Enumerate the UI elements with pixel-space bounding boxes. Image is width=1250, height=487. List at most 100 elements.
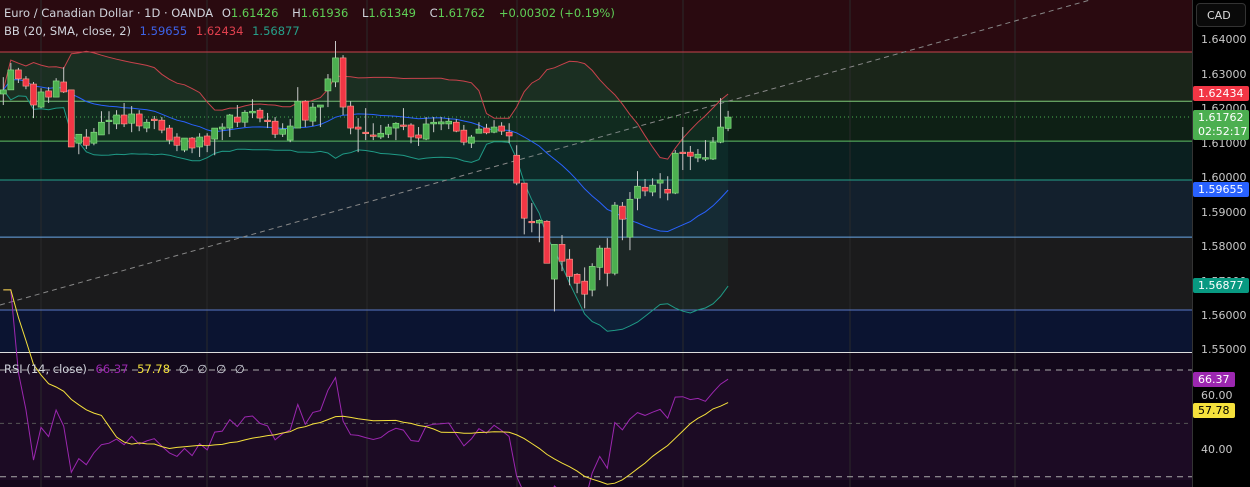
candle-body: [498, 125, 505, 132]
candle-body: [249, 110, 256, 114]
candle-body: [279, 128, 286, 135]
candle-body: [218, 126, 226, 130]
candle-body: [317, 104, 324, 108]
candle-body: [90, 131, 98, 144]
close-label: C: [429, 6, 438, 20]
candle-body: [543, 220, 551, 264]
candle-body: [634, 185, 641, 199]
bb-basis-badge: 1.59655: [1193, 182, 1249, 197]
candle-body: [362, 131, 370, 134]
close-value: 1.61762: [437, 6, 486, 20]
candle-body: [211, 127, 218, 140]
candle-body: [75, 133, 83, 144]
tick-label: 1.55000: [1201, 343, 1247, 356]
tick-label: 1.64000: [1201, 33, 1247, 46]
currency-button[interactable]: CAD: [1196, 3, 1246, 27]
candle-body: [724, 116, 732, 129]
candle-body: [400, 124, 407, 127]
bb-legend: BB (20, SMA, close, 2) 1.59655 1.62434 1…: [4, 24, 305, 38]
change-value: +0.00302 (+0.19%): [498, 6, 615, 20]
open-value: 1.61426: [230, 6, 279, 20]
bb-upper: 1.62434: [195, 24, 244, 38]
tick-label: 1.56000: [1201, 309, 1247, 322]
candle-body: [166, 127, 173, 141]
tick-label: 1.63000: [1201, 68, 1247, 81]
candle-body: [347, 105, 354, 129]
low-value: 1.61349: [368, 6, 416, 20]
rsi-tick-label: 40.00: [1201, 443, 1233, 456]
candle-body: [173, 136, 181, 146]
chart-canvas[interactable]: [0, 0, 1192, 487]
candle-body: [271, 120, 279, 135]
rsi-ma-value: 57.78: [137, 362, 171, 376]
candle-body: [377, 132, 385, 138]
candle-body: [15, 69, 22, 80]
candle-body: [98, 121, 105, 136]
candle-body: [445, 120, 453, 125]
rsi-extra-0: ∅: [178, 362, 189, 376]
symbol-title[interactable]: Euro / Canadian Dollar · 1D · OANDA: [4, 6, 213, 20]
candle-body: [468, 136, 475, 144]
candle-body: [702, 157, 709, 160]
candle-body: [309, 106, 317, 122]
candle-body: [385, 126, 392, 135]
candle-body: [626, 198, 634, 238]
bar-countdown: 02:52:17: [1198, 125, 1248, 138]
candle-body: [0, 89, 7, 95]
close-price-badge: 1.61762 02:52:17: [1193, 110, 1249, 140]
high-value: 1.61936: [300, 6, 349, 20]
candle-body: [513, 154, 521, 184]
candle-body: [641, 186, 649, 192]
candle-body: [181, 137, 188, 151]
candle-body: [241, 111, 249, 123]
tick-label: 1.59000: [1201, 206, 1247, 219]
candle-body: [649, 184, 656, 193]
candle-body: [158, 119, 166, 131]
candle-body: [505, 131, 513, 137]
candle-body: [226, 114, 234, 129]
price-axis[interactable]: 1.64000 1.63000 1.62000 1.61000 1.60000 …: [1192, 0, 1250, 487]
bb-label[interactable]: BB (20, SMA, close, 2): [4, 24, 131, 38]
rsi-extra-2: ∅: [216, 362, 227, 376]
candle-body: [324, 78, 332, 92]
candle-body: [37, 91, 45, 108]
rsi-extra-3: ∅: [234, 362, 245, 376]
candle-body: [490, 126, 498, 133]
candle-body: [354, 126, 362, 130]
rsi-extra-1: ∅: [197, 362, 208, 376]
candle-body: [566, 258, 573, 277]
candle-body: [596, 247, 604, 268]
candle-body: [7, 69, 15, 91]
candle-body: [422, 123, 430, 140]
candle-body: [67, 89, 75, 148]
candle-body: [528, 220, 536, 224]
candle-body: [188, 137, 196, 149]
candle-body: [520, 182, 528, 219]
high-label: H: [292, 6, 301, 20]
candle-body: [671, 152, 679, 194]
candle-body: [135, 113, 143, 127]
candle-body: [430, 121, 437, 125]
candle-body: [460, 129, 468, 143]
candle-body: [105, 119, 113, 122]
open-label: O: [221, 6, 231, 20]
candle-body: [203, 135, 211, 146]
candle-body: [332, 57, 339, 83]
close-price: 1.61762: [1198, 111, 1244, 124]
candle-body: [687, 151, 694, 157]
bb-basis: 1.59655: [139, 24, 188, 38]
candle-body: [264, 119, 271, 122]
symbol-legend: Euro / Canadian Dollar · 1D · OANDA O1.6…: [4, 6, 620, 20]
candle-body: [143, 121, 151, 129]
candle-body: [392, 122, 400, 129]
candle-body: [339, 57, 347, 108]
bb-lower: 1.56877: [252, 24, 300, 38]
candle-body: [603, 247, 611, 274]
candle-body: [301, 100, 309, 121]
candle-body: [407, 124, 415, 138]
rsi-value: 66.37: [95, 362, 129, 376]
candle-body: [151, 118, 158, 121]
rsi-label[interactable]: RSI (14, close): [4, 362, 87, 376]
candle-body: [196, 136, 203, 148]
candle-body: [83, 136, 90, 146]
